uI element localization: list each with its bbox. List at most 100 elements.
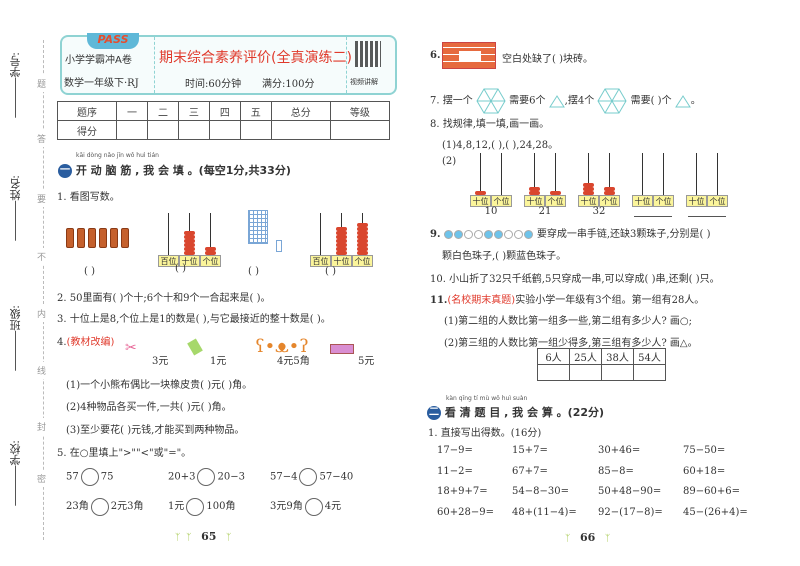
section1-heading: 一 开 动 脑 筋 , 我 会 填 。(每空1分,共33分) bbox=[58, 162, 291, 178]
page-number: 65 bbox=[201, 530, 217, 543]
abacus-three-place: 百位 十位 个位 bbox=[158, 213, 221, 267]
calc-problem[interactable]: 48+(11−4)= bbox=[512, 507, 577, 518]
calc-problem[interactable]: 67+7= bbox=[512, 466, 548, 477]
option-cell: 54人 bbox=[633, 348, 666, 365]
calc-problem[interactable]: 85−8= bbox=[598, 466, 634, 477]
name-field[interactable]: 姓名: bbox=[8, 175, 24, 245]
section2-title: 看 清 题 目 , 我 会 算 。 bbox=[444, 406, 568, 419]
option-cell: 25人 bbox=[569, 348, 602, 365]
calc-text: 1. 直接写出得数。(16分) bbox=[428, 428, 542, 439]
binding-char: 密 bbox=[37, 470, 47, 487]
compare-right: 20−3 bbox=[217, 471, 245, 483]
abacus-rod: 个位 bbox=[352, 213, 373, 267]
student-id-field[interactable]: 学号: bbox=[8, 52, 24, 122]
calc-problem[interactable]: 18+9+7= bbox=[437, 486, 488, 497]
q11-sub: (2)第三组的人数比第一组少得多,第三组有多少人? 画△。 bbox=[444, 338, 698, 349]
answer-cell[interactable] bbox=[537, 364, 570, 381]
compare-circle[interactable] bbox=[304, 497, 323, 516]
triangle-icon bbox=[548, 94, 565, 107]
eraser-icon bbox=[187, 338, 203, 356]
calc-problem[interactable]: 75−50= bbox=[683, 445, 725, 456]
page-footer-left: ᛉ ᛉ 65 ᛉ bbox=[175, 530, 232, 543]
score-cell[interactable] bbox=[116, 120, 149, 140]
blue-bead-icon bbox=[523, 230, 533, 239]
section2-points: (22分) bbox=[567, 406, 605, 419]
answer-cell[interactable] bbox=[633, 364, 666, 381]
answer-blank[interactable]: ( ) bbox=[175, 263, 186, 274]
score-header: 四 bbox=[208, 101, 241, 121]
calc-problem[interactable]: 54−8−30= bbox=[512, 486, 569, 497]
score-header: 一 bbox=[116, 101, 149, 121]
full-score: 满分:100分 bbox=[262, 79, 315, 90]
calc-problem[interactable]: 11−2= bbox=[437, 466, 473, 477]
calc-problem[interactable]: 92−(17−8)= bbox=[598, 507, 663, 518]
abacus-rod: 十位 bbox=[524, 153, 545, 207]
section2-heading: 二 看 清 题 目 , 我 会 算 。(22分) bbox=[427, 404, 604, 420]
score-cell[interactable] bbox=[177, 120, 210, 140]
answer-cell[interactable] bbox=[601, 364, 634, 381]
answer-blank[interactable]: ( ) bbox=[84, 266, 95, 277]
compare-item: 23角 2元3角 bbox=[66, 497, 143, 516]
unit-square-image bbox=[276, 240, 282, 252]
score-cell[interactable] bbox=[208, 120, 241, 140]
q8-sub1: (1)4,8,12,( ),( ),24,28。 bbox=[442, 140, 559, 151]
compare-circle[interactable] bbox=[90, 497, 109, 516]
white-bead-icon bbox=[503, 230, 513, 239]
calc-problem[interactable]: 60+18= bbox=[683, 466, 725, 477]
q4-sub: (1)一个小熊布偶比一块橡皮贵( )元( )角。 bbox=[66, 380, 253, 391]
score-row-label: 得分 bbox=[56, 120, 118, 140]
answer-blank[interactable]: ( ) bbox=[325, 266, 336, 277]
q10-text: 10. 小山折了32只千纸鹤,5只穿成一串,可以穿成( )串,还剩( )只。 bbox=[430, 274, 720, 285]
video-label: 视频讲解 bbox=[350, 78, 378, 86]
price-label: 1元 bbox=[210, 356, 227, 367]
q5-text: 5. 在○里填上">""<"或"="。 bbox=[57, 448, 192, 459]
score-cell[interactable] bbox=[270, 120, 331, 140]
compare-item: 57−4 57−40 bbox=[270, 468, 353, 486]
brick-wall-image bbox=[442, 42, 496, 69]
grade-label: 数学一年级下·RJ bbox=[64, 78, 139, 89]
score-cell[interactable] bbox=[239, 120, 272, 140]
compare-circle[interactable] bbox=[186, 497, 205, 516]
binding-char: 内 bbox=[37, 305, 47, 322]
abacus-value[interactable] bbox=[634, 206, 672, 217]
calc-problem[interactable]: 50+48−90= bbox=[598, 486, 661, 497]
abacus-bead bbox=[604, 187, 615, 191]
abacus-bead bbox=[336, 227, 347, 231]
qr-code-icon[interactable] bbox=[355, 41, 381, 67]
abacus-value: 32 bbox=[592, 206, 606, 217]
calc-problem[interactable]: 60+28−9= bbox=[437, 507, 494, 518]
abacus-bead bbox=[583, 183, 594, 187]
option-cell: 38人 bbox=[601, 348, 634, 365]
compare-circle[interactable] bbox=[80, 468, 99, 486]
score-cell[interactable] bbox=[147, 120, 179, 140]
school-field[interactable]: 学校: bbox=[8, 440, 24, 510]
compare-circle[interactable] bbox=[197, 468, 216, 486]
abacus-bead bbox=[357, 239, 368, 243]
hexagon-icon bbox=[597, 88, 627, 114]
score-cell[interactable] bbox=[329, 120, 391, 140]
abacus-rod: 十位 bbox=[331, 213, 352, 267]
class-field[interactable]: 班级: bbox=[8, 305, 24, 375]
abacus-rod: 十位 bbox=[686, 153, 707, 207]
calc-problem[interactable]: 17−9= bbox=[437, 445, 473, 456]
calc-problem[interactable]: 15+7= bbox=[512, 445, 548, 456]
calc-problem[interactable]: 30+46= bbox=[598, 445, 640, 456]
abacus-value[interactable] bbox=[688, 206, 726, 217]
q7-text: 7. 摆一个 需要6个 ,摆4个 需要( )个 。 bbox=[430, 88, 701, 114]
compare-left: 57−4 bbox=[270, 471, 298, 483]
score-header: 题序 bbox=[56, 101, 118, 121]
abacus-rod: 个位 bbox=[707, 153, 728, 207]
binding-char: 答 bbox=[37, 130, 47, 147]
calc-problem[interactable]: 45−(26+4)= bbox=[683, 507, 748, 518]
calc-problem[interactable]: 89−60+6= bbox=[683, 486, 740, 497]
binding-char: 线 bbox=[37, 362, 47, 379]
answer-blank[interactable]: ( ) bbox=[248, 266, 259, 277]
abacus-bead bbox=[336, 243, 347, 247]
score-table: 题序 一 二 三 四 五 总分 等级 得分 bbox=[56, 101, 391, 140]
answer-cell[interactable] bbox=[569, 364, 602, 381]
white-bead-icon bbox=[473, 230, 483, 239]
abacus-bead bbox=[184, 231, 195, 235]
white-bead-icon bbox=[513, 230, 523, 239]
compare-circle[interactable] bbox=[299, 468, 318, 486]
two-place-abacus: 十位 个位 bbox=[632, 153, 674, 207]
